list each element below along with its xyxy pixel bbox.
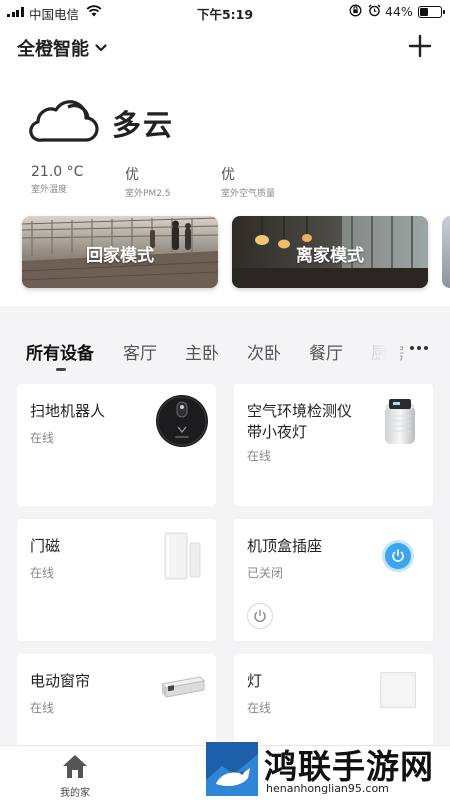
watermark-title: 鸿联手游网 [264,747,434,786]
active-tab-indicator [56,368,66,371]
tab-all-devices[interactable]: 所有设备 [26,339,94,364]
scene-away-label: 离家模式 [296,246,364,266]
chevron-down-icon [95,44,107,52]
device-name: 机顶盒插座 [247,537,323,555]
scene-card-away[interactable]: 离家模式 [232,216,428,288]
watermark-url: henanhonglian95.com [266,782,389,795]
scene-card-more[interactable] [442,216,450,288]
wall-switch-image [380,672,416,708]
scene-home-label: 回家模式 [86,246,154,266]
device-status: 在线 [30,431,55,445]
clock: 下午5:19 [196,7,254,22]
metric-temperature: 21.0 °C 室外温度 [31,164,84,195]
device-card-robot-vacuum[interactable]: 扫地机器人 在线 [17,384,216,506]
device-status: 在线 [30,701,55,715]
air-monitor-image [385,399,415,444]
device-name: 门磁 [30,537,61,555]
tab-second-bedroom[interactable]: 次卧 [247,339,281,364]
door-sensor-image [164,532,201,580]
device-name: 电动窗帘 [30,672,91,690]
status-bar: 中国电信 下午5:19 44% [0,0,450,24]
device-name: 空气环境检测仪 带小夜灯 [247,402,353,441]
more-dots-icon[interactable] [410,346,428,350]
room-tabs: 所有设备 客厅 主卧 次卧 餐厅 厨房 [0,306,450,376]
device-card-air-monitor[interactable]: 空气环境检测仪 带小夜灯 在线 [234,384,433,506]
tab-living-room[interactable]: 客厅 [123,339,157,364]
plus-icon[interactable] [408,34,432,58]
home-icon [63,755,87,778]
device-name: 扫地机器人 [30,402,106,420]
device-status: 在线 [247,701,272,715]
scene-card-home[interactable]: 回家模式 [22,216,218,288]
power-toggle-button[interactable] [247,603,273,629]
orientation-lock-icon [349,4,362,17]
device-status: 已关闭 [247,566,284,580]
curtain-motor-image [160,676,206,698]
device-card-tv-box-plug[interactable]: 机顶盒插座 已关闭 [234,519,433,641]
robot-vacuum-image [156,395,208,447]
device-card-door-sensor[interactable]: 门磁 在线 [17,519,216,641]
tab-master-bedroom[interactable]: 主卧 [185,339,219,364]
weather-condition: 多云 [112,108,175,142]
power-icon [385,543,411,569]
alarm-icon [368,4,381,17]
battery-percent: 44% [385,4,413,19]
battery-icon [418,6,445,18]
home-name: 全橙智能 [17,39,89,60]
cloud-icon [29,100,99,142]
metric-air-quality: 优 室外空气质量 [221,167,276,199]
app-header: 全橙智能 [0,24,450,74]
nav-my-home-label: 我的家 [60,788,90,799]
device-status: 在线 [30,566,55,580]
metric-pm25: 优 室外PM2.5 [125,167,171,199]
watermark-logo [206,742,258,796]
device-name: 灯 [247,672,263,690]
weather-panel: 多云 21.0 °C 室外温度 优 室外PM2.5 优 室外空气质量 回家模式 … [0,74,450,306]
watermark: 鸿联手游网 henanhonglian95.com [200,740,450,800]
home-selector[interactable]: 全橙智能 [17,35,107,61]
device-status: 在线 [247,449,272,463]
nav-my-home[interactable]: 我的家 [45,753,105,799]
tab-dining-room[interactable]: 餐厅 [309,339,343,364]
